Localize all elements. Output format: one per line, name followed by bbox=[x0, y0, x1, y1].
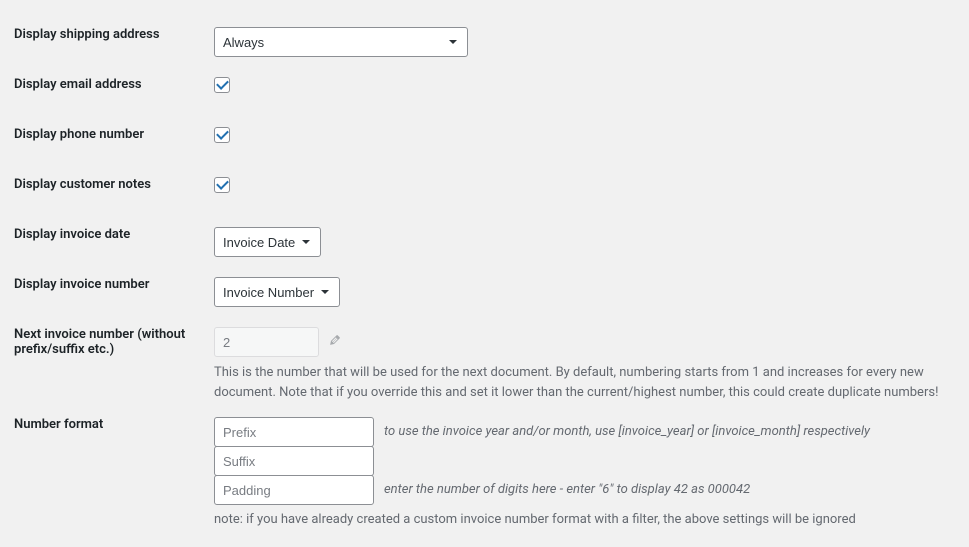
padding-input[interactable] bbox=[214, 475, 374, 505]
shipping-address-select[interactable]: Always bbox=[214, 27, 468, 57]
email-address-checkbox[interactable] bbox=[214, 77, 230, 93]
phone-number-label: Display phone number bbox=[14, 112, 214, 162]
invoice-number-select[interactable]: Invoice Number bbox=[214, 277, 340, 307]
next-invoice-input[interactable] bbox=[214, 327, 319, 357]
customer-notes-checkbox[interactable] bbox=[214, 177, 230, 193]
shipping-address-label: Display shipping address bbox=[14, 12, 214, 62]
invoice-number-label: Display invoice number bbox=[14, 262, 214, 312]
next-invoice-label: Next invoice number (without prefix/suff… bbox=[14, 312, 214, 402]
suffix-input[interactable] bbox=[214, 446, 374, 476]
prefix-input[interactable] bbox=[214, 417, 374, 447]
pencil-icon[interactable] bbox=[328, 333, 348, 353]
number-format-note: note: if you have already created a cust… bbox=[214, 512, 959, 527]
next-invoice-description: This is the number that will be used for… bbox=[214, 363, 959, 402]
settings-form-table: Display shipping address Always Display … bbox=[14, 12, 969, 527]
invoice-date-select[interactable]: Invoice Date bbox=[214, 227, 321, 257]
number-format-label: Number format bbox=[14, 402, 214, 527]
email-address-label: Display email address bbox=[14, 62, 214, 112]
phone-number-checkbox[interactable] bbox=[214, 127, 230, 143]
invoice-date-label: Display invoice date bbox=[14, 212, 214, 262]
customer-notes-label: Display customer notes bbox=[14, 162, 214, 212]
padding-hint: enter the number of digits here - enter … bbox=[384, 482, 750, 497]
prefix-hint: to use the invoice year and/or month, us… bbox=[384, 424, 870, 439]
